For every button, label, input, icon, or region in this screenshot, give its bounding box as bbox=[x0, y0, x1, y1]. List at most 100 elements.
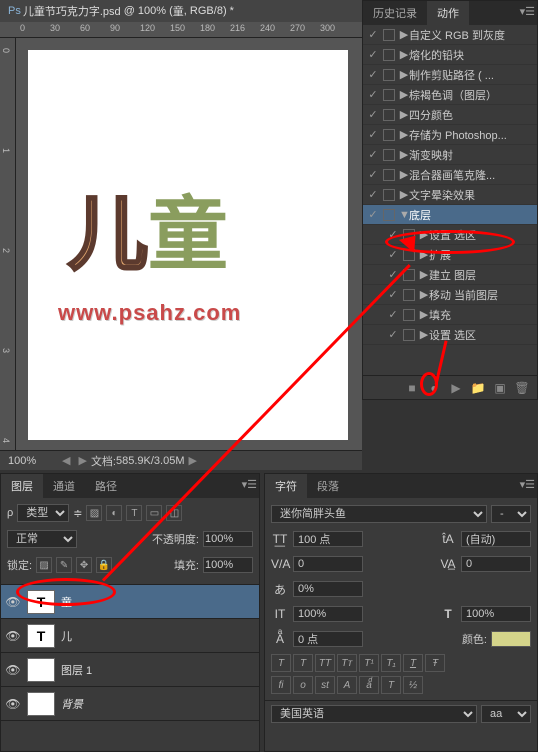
action-item[interactable]: ✓▶熔化的铅块 bbox=[363, 45, 537, 65]
text-color-swatch[interactable] bbox=[491, 631, 531, 647]
tab-character[interactable]: 字符 bbox=[265, 474, 307, 498]
chevron-right-icon[interactable]: ▶ bbox=[189, 454, 197, 467]
filter-pixel-icon[interactable]: ▨ bbox=[86, 505, 102, 521]
action-item[interactable]: ✓▶混合器画笔克隆... bbox=[363, 165, 537, 185]
document-canvas[interactable]: 儿童 www.psahz.com bbox=[28, 50, 348, 440]
canvas-text: 儿童 bbox=[68, 170, 228, 286]
action-step[interactable]: ✓▶填充 bbox=[363, 305, 537, 325]
baseline-input[interactable] bbox=[293, 631, 363, 647]
ornaments-button[interactable]: aͩ bbox=[359, 676, 379, 694]
action-item[interactable]: ✓▶制作剪贴路径 ( ... bbox=[363, 65, 537, 85]
fill-input[interactable] bbox=[203, 557, 253, 573]
strikethrough-button[interactable]: Ŧ bbox=[425, 654, 445, 672]
blend-mode-select[interactable]: 正常 bbox=[7, 530, 77, 548]
layer-item[interactable]: 👁 背景 bbox=[1, 687, 259, 721]
action-item[interactable]: ✓▶存储为 Photoshop... bbox=[363, 125, 537, 145]
layer-item[interactable]: 👁 T 童 bbox=[1, 585, 259, 619]
record-icon[interactable]: ● bbox=[427, 381, 441, 395]
visibility-icon[interactable]: 👁 bbox=[5, 697, 21, 711]
ps-icon: Ps bbox=[8, 5, 21, 17]
superscript-button[interactable]: T¹ bbox=[359, 654, 379, 672]
tab-paragraph[interactable]: 段落 bbox=[307, 474, 349, 498]
status-bar: ◀ ▶ 文档: 585.9K/3.05M ▶ bbox=[0, 450, 362, 470]
action-item[interactable]: ✓▶文字晕染效果 bbox=[363, 185, 537, 205]
visibility-icon[interactable]: 👁 bbox=[5, 663, 21, 677]
ruler-vertical[interactable]: 0 1 2 3 4 bbox=[0, 38, 16, 452]
tsume-input[interactable] bbox=[293, 581, 363, 597]
fraction-button[interactable]: ½ bbox=[403, 676, 423, 694]
bold-button[interactable]: T bbox=[271, 654, 291, 672]
visibility-icon[interactable]: 👁 bbox=[5, 595, 21, 609]
oldstyle-button[interactable]: o bbox=[293, 676, 313, 694]
action-step[interactable]: ✓▶设置 选区 bbox=[363, 225, 537, 245]
tracking-input[interactable] bbox=[461, 556, 531, 572]
vscale-input[interactable] bbox=[293, 606, 363, 622]
action-item[interactable]: ✓▶自定义 RGB 到灰度 bbox=[363, 25, 537, 45]
tab-channels[interactable]: 通道 bbox=[43, 474, 85, 498]
actions-list[interactable]: ✓▶自定义 RGB 到灰度 ✓▶熔化的铅块 ✓▶制作剪贴路径 ( ... ✓▶棕… bbox=[363, 25, 537, 375]
lock-all-icon[interactable]: 🔒 bbox=[96, 557, 112, 573]
layer-list[interactable]: 👁 T 童 👁 T 儿 👁 图层 1 👁 背景 bbox=[1, 584, 259, 721]
layer-thumb-text[interactable]: T bbox=[27, 624, 55, 648]
trash-icon[interactable]: 🗑 bbox=[515, 381, 529, 395]
allcaps-button[interactable]: TT bbox=[315, 654, 335, 672]
baseline-icon: Aͣ bbox=[271, 632, 289, 646]
italic-button[interactable]: T bbox=[293, 654, 313, 672]
actions-footer: ■ ● ▶ 📁 ▣ 🗑 bbox=[363, 375, 537, 399]
stylistic-button[interactable]: st bbox=[315, 676, 335, 694]
language-select[interactable]: 美国英语 bbox=[271, 705, 477, 723]
ligature-button[interactable]: fi bbox=[271, 676, 291, 694]
chevron-left-icon[interactable]: ◀ bbox=[62, 454, 70, 467]
layer-thumb-bg[interactable] bbox=[27, 692, 55, 716]
panel-menu-icon[interactable]: ▾☰ bbox=[520, 5, 535, 18]
panel-menu-icon[interactable]: ▾☰ bbox=[520, 478, 535, 491]
stop-icon[interactable]: ■ bbox=[405, 381, 419, 395]
filter-adjust-icon[interactable]: ◐ bbox=[106, 505, 122, 521]
underline-button[interactable]: T bbox=[403, 654, 423, 672]
hscale-input[interactable] bbox=[461, 606, 531, 622]
play-icon[interactable]: ▶ bbox=[449, 381, 463, 395]
ordinal-button[interactable]: T bbox=[381, 676, 401, 694]
lock-position-icon[interactable]: ✥ bbox=[76, 557, 92, 573]
tab-actions[interactable]: 动作 bbox=[427, 1, 469, 25]
subscript-button[interactable]: T₁ bbox=[381, 654, 401, 672]
action-step[interactable]: ✓▶移动 当前图层 bbox=[363, 285, 537, 305]
titling-button[interactable]: A bbox=[337, 676, 357, 694]
panel-menu-icon[interactable]: ▾☰ bbox=[242, 478, 257, 491]
layer-item[interactable]: 👁 T 儿 bbox=[1, 619, 259, 653]
layer-item[interactable]: 👁 图层 1 bbox=[1, 653, 259, 687]
opacity-input[interactable] bbox=[203, 531, 253, 547]
zoom-input[interactable] bbox=[8, 455, 58, 467]
kerning-input[interactable] bbox=[293, 556, 363, 572]
smallcaps-button[interactable]: Tᴛ bbox=[337, 654, 357, 672]
font-style-select[interactable]: - bbox=[491, 505, 531, 523]
action-step[interactable]: ✓▶扩展 bbox=[363, 245, 537, 265]
lock-pixels-icon[interactable]: ✎ bbox=[56, 557, 72, 573]
character-panel: 字符 段落 ▾☰ 迷你简胖头鱼 - T͟T t̂A V/A VA̲ あ IT T bbox=[264, 473, 538, 752]
filter-shape-icon[interactable]: ▭ bbox=[146, 505, 162, 521]
folder-icon[interactable]: 📁 bbox=[471, 381, 485, 395]
action-item[interactable]: ✓▶棕褐色调（图层） bbox=[363, 85, 537, 105]
chevron-right-icon[interactable]: ▶ bbox=[78, 454, 86, 467]
antialias-select[interactable]: aa bbox=[481, 705, 531, 723]
filter-smart-icon[interactable]: ◫ bbox=[166, 505, 182, 521]
lock-transparency-icon[interactable]: ▨ bbox=[36, 557, 52, 573]
tab-history[interactable]: 历史记录 bbox=[363, 1, 427, 25]
tab-layers[interactable]: 图层 bbox=[1, 474, 43, 498]
action-item[interactable]: ✓▶四分颜色 bbox=[363, 105, 537, 125]
leading-input[interactable] bbox=[461, 531, 531, 547]
canvas-area[interactable]: 儿童 www.psahz.com bbox=[16, 38, 362, 450]
tab-paths[interactable]: 路径 bbox=[85, 474, 127, 498]
visibility-icon[interactable]: 👁 bbox=[5, 629, 21, 643]
action-item-selected[interactable]: ✓▼底层 bbox=[363, 205, 537, 225]
action-item[interactable]: ✓▶渐变映射 bbox=[363, 145, 537, 165]
action-step[interactable]: ✓▶建立 图层 bbox=[363, 265, 537, 285]
filter-text-icon[interactable]: T bbox=[126, 505, 142, 521]
filter-type-select[interactable]: 类型 bbox=[17, 504, 69, 522]
layer-thumb-text[interactable]: T bbox=[27, 590, 55, 614]
layer-thumb[interactable] bbox=[27, 658, 55, 682]
font-size-input[interactable] bbox=[293, 531, 363, 547]
new-icon[interactable]: ▣ bbox=[493, 381, 507, 395]
font-family-select[interactable]: 迷你简胖头鱼 bbox=[271, 505, 487, 523]
action-step[interactable]: ✓▶设置 选区 bbox=[363, 325, 537, 345]
